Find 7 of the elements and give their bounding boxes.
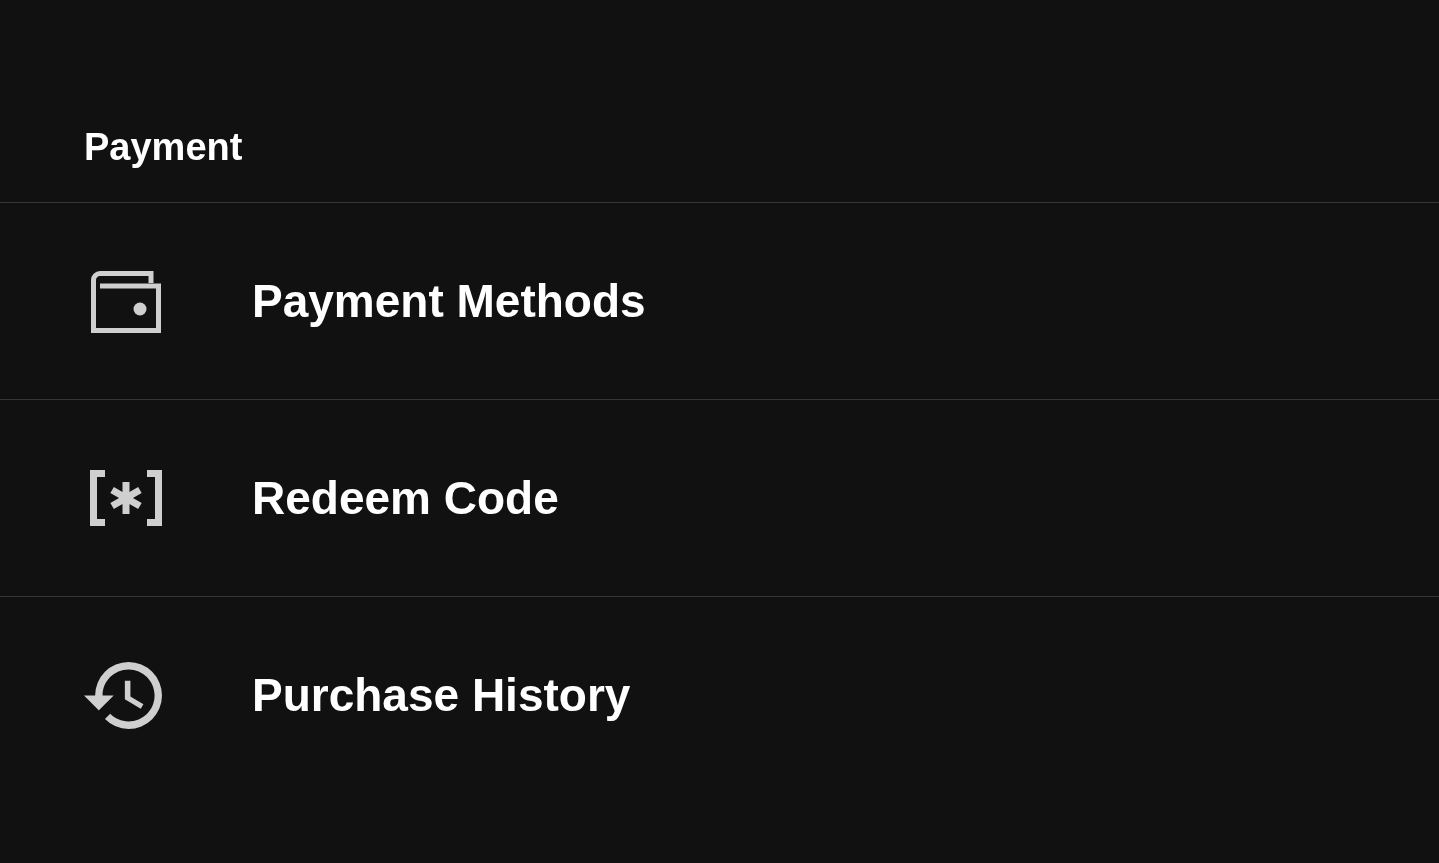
section-heading: Payment: [84, 125, 243, 170]
wallet-icon: [91, 271, 161, 333]
history-icon: [84, 661, 162, 729]
menu-item[interactable]: Redeem Code: [0, 399, 1439, 596]
menu-item[interactable]: Purchase History: [0, 596, 1439, 793]
bracketed-asterisk-icon: [90, 470, 162, 526]
menu-item[interactable]: Payment Methods: [0, 202, 1439, 399]
